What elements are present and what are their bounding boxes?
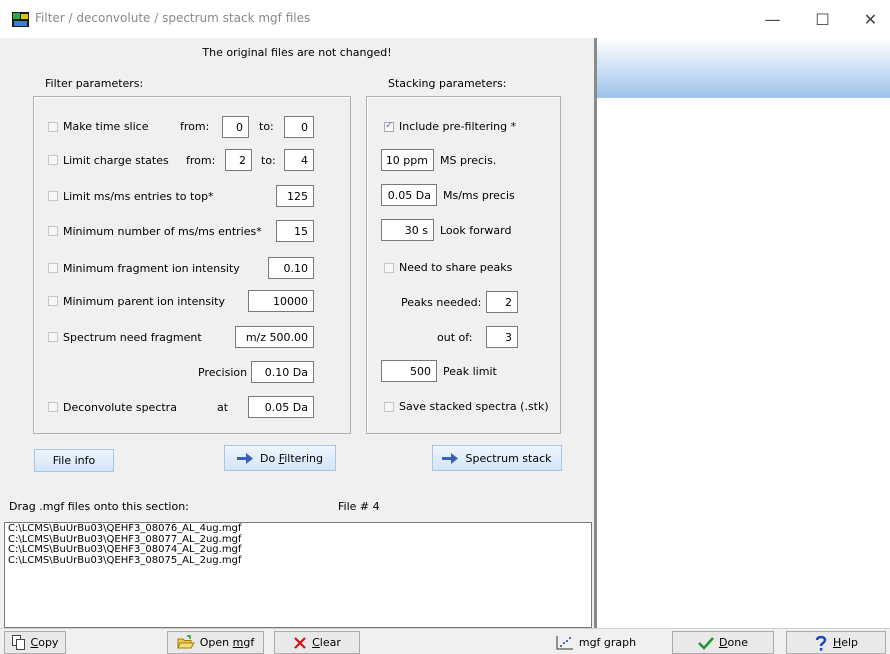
- help-icon: [815, 635, 827, 651]
- charge-states-label: Limit charge states: [63, 154, 169, 167]
- charge-from-input[interactable]: 2: [225, 149, 252, 171]
- file-count: File # 4: [338, 500, 380, 513]
- deconvolute-checkbox[interactable]: [48, 402, 58, 412]
- graph-icon: [556, 636, 573, 650]
- peaks-needed-input[interactable]: 2: [486, 291, 518, 313]
- msms-precis-input[interactable]: 0.05 Da: [381, 184, 437, 206]
- charge-to-input[interactable]: 4: [284, 149, 314, 171]
- graph-pane-header: [597, 38, 890, 98]
- clear-button[interactable]: Clear: [274, 631, 360, 654]
- time-slice-checkbox[interactable]: [48, 122, 58, 132]
- notice-text: The original files are not changed!: [202, 46, 392, 59]
- file-info-button[interactable]: File info: [34, 449, 114, 472]
- time-slice-from-input[interactable]: 0: [222, 116, 249, 138]
- app-icon: [12, 12, 29, 27]
- charge-from-label: from:: [186, 154, 216, 167]
- window-title: Filter / deconvolute / spectrum stack mg…: [35, 11, 311, 25]
- deconvolute-input[interactable]: 0.05 Da: [248, 396, 314, 418]
- time-slice-label: Make time slice: [63, 120, 149, 133]
- min-entries-input[interactable]: 15: [276, 220, 314, 242]
- list-item[interactable]: C:\LCMS\BuUrBu03\QEHF3_08075_AL_2ug.mgf: [8, 555, 588, 567]
- min-fragment-checkbox[interactable]: [48, 263, 58, 273]
- precision-label: Precision: [198, 366, 248, 379]
- mgf-graph-button[interactable]: mgf graph: [546, 631, 646, 654]
- need-fragment-label: Spectrum need fragment: [63, 331, 202, 344]
- copy-button[interactable]: Copy: [4, 631, 66, 654]
- done-label: Done: [719, 636, 748, 649]
- limit-top-input[interactable]: 125: [276, 185, 314, 207]
- help-label: Help: [832, 636, 859, 649]
- spectrum-stack-button[interactable]: Spectrum stack: [432, 445, 562, 471]
- min-fragment-input[interactable]: 0.10: [268, 257, 314, 279]
- min-parent-label: Minimum parent ion intensity: [63, 295, 225, 308]
- open-mgf-label: Open mgf: [199, 636, 255, 649]
- peak-limit-label: Peak limit: [443, 365, 497, 378]
- min-parent-checkbox[interactable]: [48, 296, 58, 306]
- peaks-needed-label: Peaks needed:: [401, 296, 482, 309]
- clear-x-icon: [294, 636, 306, 649]
- file-info-label: File info: [52, 454, 96, 467]
- time-slice-to-label: to:: [259, 120, 274, 133]
- save-stacked-checkbox[interactable]: [384, 402, 394, 412]
- deconvolute-label: Deconvolute spectra: [63, 401, 177, 414]
- copy-icon: [11, 635, 25, 650]
- need-fragment-input[interactable]: m/z 500.00: [235, 326, 314, 348]
- time-slice-to-input[interactable]: 0: [284, 116, 314, 138]
- drop-zone-label: Drag .mgf files onto this section:: [9, 500, 189, 513]
- msms-precis-label: Ms/ms precis: [443, 189, 515, 202]
- min-fragment-label: Minimum fragment ion intensity: [63, 262, 240, 275]
- min-parent-input[interactable]: 10000: [248, 290, 314, 312]
- splitter[interactable]: [594, 38, 597, 628]
- done-button[interactable]: Done: [672, 631, 774, 654]
- limit-top-checkbox[interactable]: [48, 191, 58, 201]
- minimize-button[interactable]: —: [750, 0, 795, 38]
- min-entries-checkbox[interactable]: [48, 226, 58, 236]
- out-of-input[interactable]: 3: [486, 326, 518, 348]
- min-entries-label: Minimum number of ms/ms entries*: [63, 225, 262, 238]
- limit-top-label: Limit ms/ms entries to top*: [63, 190, 214, 203]
- mgf-graph-label: mgf graph: [578, 636, 637, 649]
- deconvolute-at-label: at: [217, 401, 229, 414]
- include-prefilter-checkbox[interactable]: [384, 120, 394, 132]
- clear-label: Clear: [312, 636, 341, 649]
- ms-precis-input[interactable]: 10 ppm: [381, 149, 434, 171]
- right-arrow-icon: [442, 452, 459, 464]
- charge-states-checkbox[interactable]: [48, 155, 58, 165]
- done-check-icon: [698, 636, 714, 650]
- right-arrow-icon: [237, 452, 254, 464]
- list-item[interactable]: C:\LCMS\BuUrBu03\QEHF3_08076_AL_4ug.mgf: [8, 523, 588, 535]
- out-of-label: out of:: [437, 331, 473, 344]
- precision-input[interactable]: 0.10 Da: [251, 361, 314, 383]
- graph-pane: [597, 38, 890, 628]
- spectrum-stack-label: Spectrum stack: [465, 451, 552, 465]
- do-filtering-label: Do Filtering: [260, 451, 323, 465]
- charge-to-label: to:: [261, 154, 276, 167]
- open-folder-icon: [177, 635, 195, 649]
- stacking-parameters-title: Stacking parameters:: [388, 77, 507, 90]
- time-slice-from-label: from:: [180, 120, 210, 133]
- maximize-button[interactable]: ☐: [800, 0, 845, 38]
- open-mgf-button[interactable]: Open mgf: [167, 631, 264, 654]
- peak-limit-input[interactable]: 500: [381, 360, 437, 382]
- look-forward-label: Look forward: [440, 224, 512, 237]
- close-button[interactable]: ✕: [848, 0, 890, 38]
- do-filtering-button[interactable]: Do Filtering: [224, 445, 336, 471]
- list-item[interactable]: C:\LCMS\BuUrBu03\QEHF3_08074_AL_2ug.mgf: [8, 544, 588, 556]
- need-fragment-checkbox[interactable]: [48, 332, 58, 342]
- look-forward-input[interactable]: 30 s: [381, 219, 434, 241]
- share-peaks-checkbox[interactable]: [384, 263, 394, 273]
- help-button[interactable]: Help: [786, 631, 886, 654]
- copy-label: Copy: [30, 636, 59, 649]
- ms-precis-label: MS precis.: [440, 154, 497, 167]
- share-peaks-label: Need to share peaks: [399, 261, 513, 274]
- file-list[interactable]: C:\LCMS\BuUrBu03\QEHF3_08076_AL_4ug.mgf …: [4, 522, 592, 628]
- include-prefilter-label: Include pre-filtering *: [399, 120, 517, 133]
- save-stacked-label: Save stacked spectra (.stk): [399, 400, 549, 413]
- filter-parameters-title: Filter parameters:: [45, 77, 144, 90]
